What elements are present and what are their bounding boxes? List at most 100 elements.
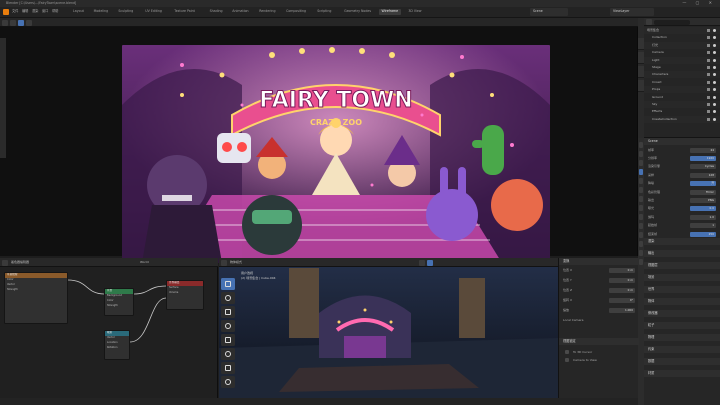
- property-value-field[interactable]: 开: [690, 181, 716, 187]
- scene-selector[interactable]: Scene: [530, 8, 568, 16]
- outliner-row[interactable]: Light: [644, 56, 720, 64]
- rotate-icon[interactable]: [221, 320, 235, 332]
- property-tab-icon[interactable]: [639, 241, 643, 247]
- property-value-field[interactable]: 128: [690, 172, 716, 178]
- render-slot-icon[interactable]: [18, 19, 24, 26]
- workspace-tab-12[interactable]: 3D View: [405, 9, 424, 15]
- scale-icon[interactable]: [221, 334, 235, 346]
- outliner-row[interactable]: Stage: [644, 64, 720, 71]
- workspace-tab-2[interactable]: Sculpting: [115, 9, 136, 15]
- property-value-field[interactable]: 0.0: [690, 206, 716, 212]
- outliner-panel[interactable]: 场景集合 Collection 灯光 Camera Light Stage Characte…: [644, 18, 720, 138]
- workspace-tab-5[interactable]: Shading: [207, 9, 226, 15]
- material-preview-icon[interactable]: [427, 259, 433, 266]
- eye-icon[interactable]: [713, 95, 716, 99]
- outliner-row[interactable]: Effects: [644, 108, 720, 115]
- camera-restrict-icon[interactable]: [707, 29, 710, 32]
- outliner-row[interactable]: Characters: [644, 71, 720, 79]
- camera-restrict-icon[interactable]: [707, 58, 710, 62]
- menu-item-3[interactable]: 窗口: [42, 9, 48, 13]
- n-panel[interactable]: 变换 位置 X 0 m 位置 Y 0 m 位置 Z 0 m 旋转 X 0° 缩放 1.000 Loc…: [558, 258, 639, 405]
- workspace-tab-4[interactable]: Texture Paint: [171, 9, 198, 15]
- shader-node-editor[interactable]: 着色器编辑器 World 环境纹理 Color Vector Strength 背景 Ba…: [0, 258, 218, 405]
- properties-section-header[interactable]: 输出: [644, 250, 720, 257]
- property-value-field[interactable]: 24: [690, 147, 716, 153]
- shader-node[interactable]: 世界输出 Surface Volume: [166, 280, 204, 310]
- properties-section-header[interactable]: 数据: [644, 358, 720, 365]
- camera-restrict-icon[interactable]: [707, 95, 710, 99]
- property-tab-icon[interactable]: [639, 223, 643, 229]
- npanel-checkbox-row[interactable]: Camera to View: [559, 356, 639, 364]
- properties-panel[interactable]: Scene 帧率 24 分辨率 1920 渲染引擎 Cycles 采样 128 降噪 开色彩管理 F…: [644, 138, 720, 405]
- blender-logo-icon[interactable]: [3, 9, 9, 15]
- property-value-field[interactable]: 1920: [690, 155, 716, 161]
- shader-node[interactable]: 环境纹理 Color Vector Strength: [4, 272, 68, 324]
- 3d-viewport[interactable]: 物体模式 用户透视 (2) 场景集合 | Cube.004: [219, 258, 558, 405]
- image-editor-toolbar[interactable]: [0, 38, 6, 158]
- camera-restrict-icon[interactable]: [707, 88, 710, 92]
- camera-restrict-icon[interactable]: [707, 73, 710, 77]
- node-socket-label[interactable]: Strength: [105, 304, 133, 309]
- property-value-field[interactable]: Cycles: [690, 164, 716, 170]
- select-icon[interactable]: [221, 278, 235, 290]
- workspace-tab-10[interactable]: Geometry Nodes: [341, 9, 374, 15]
- workspace-tab-7[interactable]: Rendering: [256, 9, 278, 15]
- property-value-field[interactable]: 1.0: [690, 214, 716, 220]
- properties-section-header[interactable]: 材质: [644, 370, 720, 377]
- annotate-icon[interactable]: [221, 362, 235, 374]
- transform-icon[interactable]: [221, 348, 235, 360]
- property-value-field[interactable]: 1: [690, 223, 716, 229]
- workspace-tab-11[interactable]: Wireframe: [378, 9, 402, 15]
- cursor-icon[interactable]: [221, 292, 235, 304]
- camera-restrict-icon[interactable]: [707, 110, 710, 114]
- property-tab-icon[interactable]: [639, 178, 643, 184]
- menu-item-1[interactable]: 编辑: [22, 9, 28, 13]
- outliner-row[interactable]: 场景集合: [644, 27, 720, 34]
- npanel-value-field[interactable]: 0 m: [609, 267, 635, 273]
- node-socket-label[interactable]: Volume: [167, 291, 203, 296]
- interaction-mode-dropdown[interactable]: 物体模式: [230, 261, 242, 264]
- outliner-row[interactable]: Props: [644, 86, 720, 94]
- view-layer-selector[interactable]: ViewLayer: [610, 8, 654, 16]
- workspace-tab-8[interactable]: Compositing: [283, 9, 309, 15]
- outliner-row[interactable]: Ground: [644, 94, 720, 101]
- property-value-field[interactable]: 250: [690, 231, 716, 237]
- viewport-shading-icon[interactable]: [419, 259, 425, 266]
- node-socket-label[interactable]: Strength: [5, 288, 67, 293]
- eye-icon[interactable]: [713, 88, 716, 92]
- eye-icon[interactable]: [713, 43, 716, 47]
- shader-node[interactable]: 映射 Vector Location Rotation: [104, 330, 130, 360]
- property-tab-icon[interactable]: [639, 142, 643, 148]
- npanel-checkbox-row[interactable]: To 3D Cursor: [559, 348, 639, 356]
- outliner-row[interactable]: Sky: [644, 101, 720, 108]
- shader-node[interactable]: 背景 Background Color Strength: [104, 288, 134, 316]
- eye-icon[interactable]: [713, 110, 716, 114]
- eye-icon[interactable]: [713, 73, 716, 77]
- properties-section-header[interactable]: 场景: [644, 274, 720, 281]
- workspace-tab-6[interactable]: Animation: [229, 9, 251, 15]
- menu-item-0[interactable]: 文件: [12, 9, 18, 13]
- eye-icon[interactable]: [713, 103, 716, 106]
- outliner-row[interactable]: Collection: [644, 34, 720, 41]
- outliner-row[interactable]: 灯光: [644, 41, 720, 49]
- property-tab-icon[interactable]: [639, 205, 643, 211]
- property-tab-icon[interactable]: [639, 196, 643, 202]
- outliner-row[interactable]: CreateCollection: [644, 115, 720, 123]
- workspace-tab-1[interactable]: Modeling: [91, 9, 112, 15]
- camera-restrict-icon[interactable]: [707, 51, 710, 55]
- measure-icon[interactable]: [221, 376, 235, 388]
- eye-icon[interactable]: [713, 36, 716, 40]
- property-tab-icon[interactable]: [639, 187, 643, 193]
- property-tab-icon[interactable]: [639, 169, 643, 175]
- npanel-section2-header[interactable]: 视图锁定: [559, 338, 639, 345]
- npanel-value-field[interactable]: 0 m: [609, 287, 635, 293]
- npanel-value-field[interactable]: 1.000: [609, 307, 635, 313]
- menu-item-4[interactable]: 帮助: [52, 9, 58, 13]
- properties-section-header[interactable]: 视图层: [644, 262, 720, 269]
- property-tab-icon[interactable]: [639, 232, 643, 238]
- workspace-tab-3[interactable]: UV Editing: [142, 9, 165, 15]
- property-tab-icon[interactable]: [639, 259, 643, 265]
- properties-section-header[interactable]: 渲染: [644, 238, 720, 245]
- eye-icon[interactable]: [713, 80, 716, 84]
- eye-icon[interactable]: [713, 51, 716, 55]
